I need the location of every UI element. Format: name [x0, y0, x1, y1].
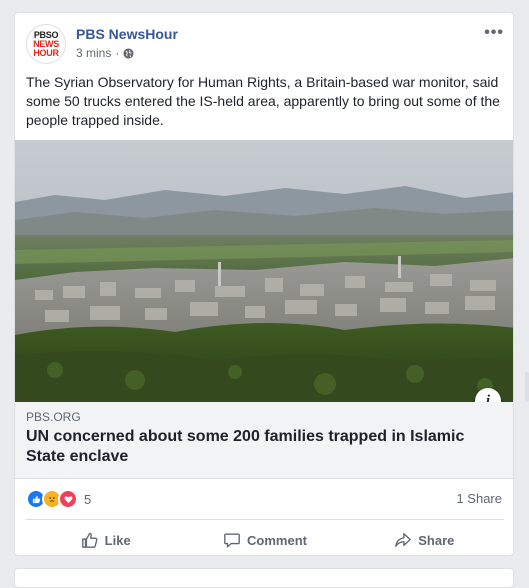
share-arrow-icon [395, 533, 412, 547]
like-button[interactable]: Like [26, 524, 185, 555]
post-timestamp[interactable]: 3 mins [76, 46, 111, 60]
logo-text-line: HOUR [33, 47, 59, 58]
post-header: PBSO NEWS HOUR PBS NewsHour 3 mins · ••• [26, 24, 504, 64]
next-post-card [14, 568, 514, 588]
love-reaction-icon [58, 489, 78, 509]
page-avatar[interactable]: PBSO NEWS HOUR [26, 24, 66, 64]
link-preview-caption[interactable]: PBS.ORG UN concerned about some 200 fami… [15, 402, 513, 479]
link-domain: PBS.ORG [26, 410, 81, 424]
more-options-button[interactable]: ••• [484, 25, 504, 41]
comment-button[interactable]: Comment [185, 524, 344, 555]
share-label: Share [418, 532, 455, 548]
globe-icon[interactable] [123, 47, 134, 59]
meta-separator: · [115, 46, 120, 60]
scrollbar-thumb[interactable] [525, 372, 529, 402]
comment-label: Comment [247, 532, 307, 548]
link-preview-image[interactable]: i [15, 140, 513, 402]
like-label: Like [104, 532, 131, 548]
thumbs-up-icon [81, 532, 98, 548]
share-count[interactable]: 1 Share [456, 491, 502, 506]
page-name-link[interactable]: PBS NewsHour [76, 26, 178, 42]
news-feed-post: PBSO NEWS HOUR PBS NewsHour 3 mins · •••… [14, 12, 514, 556]
post-meta: 3 mins · [76, 46, 134, 60]
reaction-count[interactable]: 5 [84, 492, 91, 507]
link-headline[interactable]: UN concerned about some 200 families tra… [26, 427, 496, 467]
reaction-summary[interactable]: 5 [26, 489, 91, 509]
comment-icon [224, 533, 240, 548]
landscape-photo [15, 140, 513, 402]
post-body-text: The Syrian Observatory for Human Rights,… [26, 74, 500, 128]
share-button[interactable]: Share [345, 524, 504, 555]
post-action-bar: Like Comment Share [26, 524, 504, 555]
divider [26, 519, 504, 520]
